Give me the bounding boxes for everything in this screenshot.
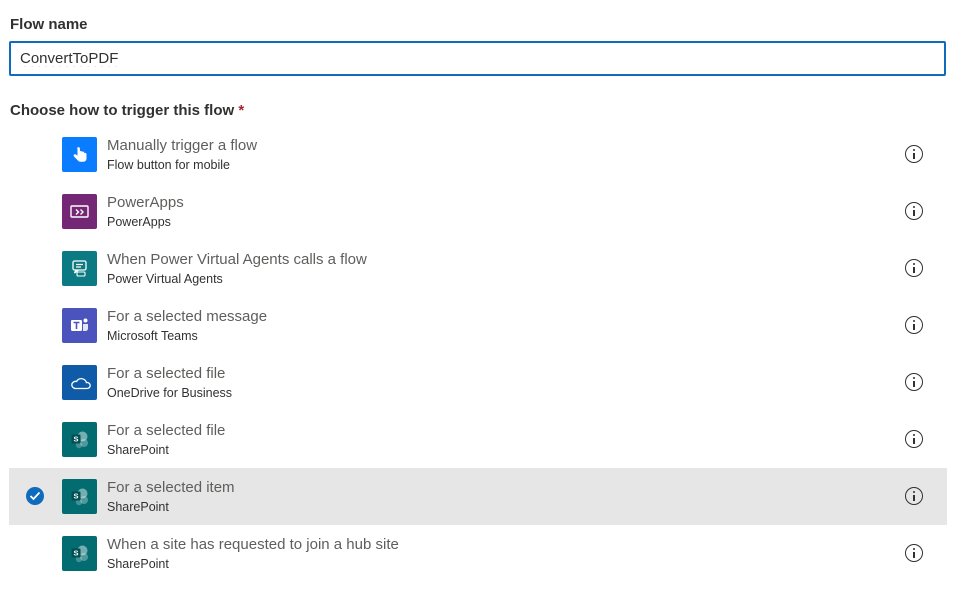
trigger-connector: SharePoint — [107, 557, 169, 571]
trigger-section-label: Choose how to trigger this flow * — [10, 102, 244, 119]
trigger-connector: SharePoint — [107, 500, 169, 514]
info-icon[interactable] — [905, 430, 923, 448]
trigger-connector: Flow button for mobile — [107, 158, 230, 172]
trigger-title: For a selected file — [107, 422, 226, 439]
trigger-connector: OneDrive for Business — [107, 386, 233, 400]
onedrive-icon — [62, 365, 97, 400]
trigger-option-pva[interactable]: When Power Virtual Agents calls a flow P… — [9, 240, 947, 297]
hand-tap-icon — [62, 137, 97, 172]
create-flow-form: Flow name Choose how to trigger this flo… — [0, 0, 967, 589]
sharepoint-icon: S — [62, 479, 97, 514]
trigger-list: Manually trigger a flow Flow button for … — [9, 126, 947, 582]
trigger-option-sharepoint-file[interactable]: S For a selected file SharePoint — [9, 411, 947, 468]
trigger-option-manual[interactable]: Manually trigger a flow Flow button for … — [9, 126, 947, 183]
selected-check-icon — [26, 487, 44, 505]
info-icon[interactable] — [905, 259, 923, 277]
trigger-label-text: Choose how to trigger this flow — [10, 102, 235, 119]
trigger-connector: Microsoft Teams — [107, 329, 198, 343]
trigger-connector: PowerApps — [107, 215, 171, 229]
svg-text:S: S — [73, 492, 78, 501]
trigger-option-sharepoint-hub[interactable]: S When a site has requested to join a hu… — [9, 525, 947, 582]
trigger-option-onedrive-file[interactable]: For a selected file OneDrive for Busines… — [9, 354, 947, 411]
trigger-title: When a site has requested to join a hub … — [107, 536, 399, 553]
trigger-title: PowerApps — [107, 194, 184, 211]
trigger-connector: SharePoint — [107, 443, 169, 457]
trigger-title: For a selected file — [107, 365, 226, 382]
trigger-title: For a selected item — [107, 479, 235, 496]
info-icon[interactable] — [905, 316, 923, 334]
trigger-option-teams-message[interactable]: For a selected message Microsoft Teams — [9, 297, 947, 354]
info-icon[interactable] — [905, 544, 923, 562]
info-icon[interactable] — [905, 202, 923, 220]
sharepoint-icon: S — [62, 536, 97, 571]
svg-text:S: S — [73, 549, 78, 558]
flow-name-label: Flow name — [10, 16, 88, 33]
trigger-connector: Power Virtual Agents — [107, 272, 223, 286]
trigger-title: For a selected message — [107, 308, 268, 325]
svg-text:S: S — [73, 435, 78, 444]
trigger-option-sharepoint-item[interactable]: S For a selected item SharePoint — [9, 468, 947, 525]
trigger-title: When Power Virtual Agents calls a flow — [107, 251, 367, 268]
teams-icon — [62, 308, 97, 343]
info-icon[interactable] — [905, 487, 923, 505]
info-icon[interactable] — [905, 373, 923, 391]
chat-bot-icon — [62, 251, 97, 286]
required-marker: * — [238, 102, 245, 119]
info-icon[interactable] — [905, 145, 923, 163]
trigger-title: Manually trigger a flow — [107, 137, 258, 154]
powerapps-icon — [62, 194, 97, 229]
trigger-option-powerapps[interactable]: PowerApps PowerApps — [9, 183, 947, 240]
sharepoint-icon: S — [62, 422, 97, 457]
flow-name-input[interactable] — [9, 41, 946, 76]
